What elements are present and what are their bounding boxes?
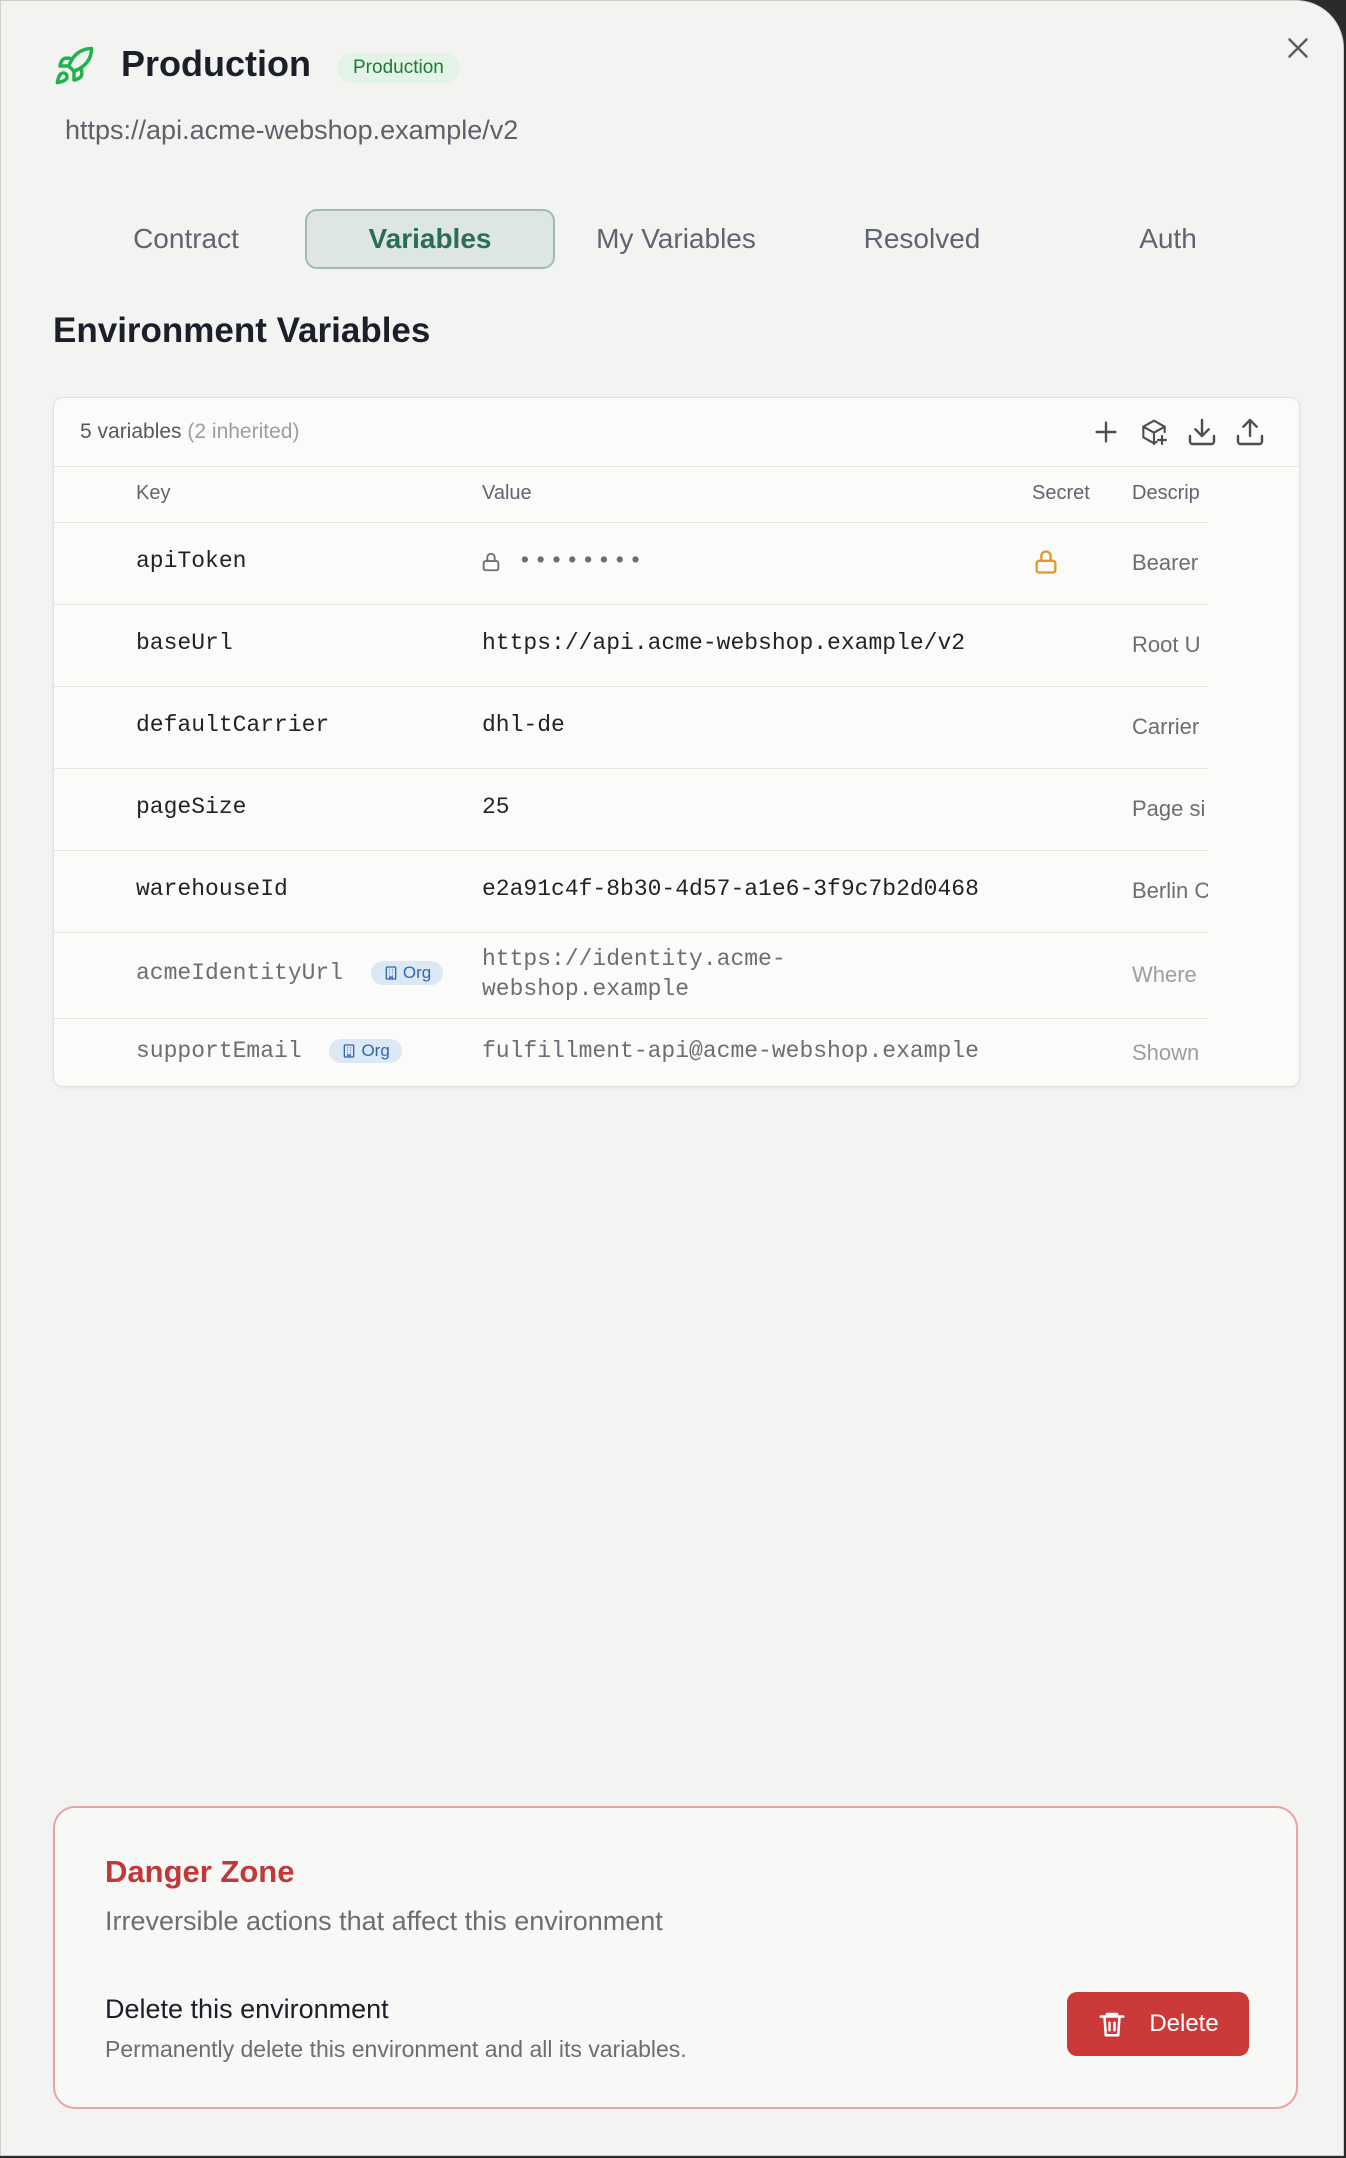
org-badge: Org: [329, 1038, 402, 1063]
variables-card: 5 variables (2 inherited) Key Value Secr…: [53, 397, 1300, 1087]
variable-value: fulfillment-api@acme-webshop.example: [482, 1038, 979, 1064]
org-badge-label: Org: [402, 962, 432, 982]
variable-key: supportEmail Org: [136, 1038, 402, 1064]
variable-key: acmeIdentityUrl Org: [136, 960, 444, 986]
variable-key-text: acmeIdentityUrl: [136, 960, 344, 986]
variable-description: Page si: [1132, 796, 1206, 821]
delete-environment-description: Permanently delete this environment and …: [105, 2036, 687, 2062]
org-badge-label: Org: [361, 1040, 390, 1060]
tab-variables[interactable]: Variables: [305, 209, 555, 269]
table-row[interactable]: apiToken •••••••• Bearer: [54, 522, 1208, 605]
tab-auth[interactable]: Auth: [1043, 209, 1293, 269]
trash-icon: [1099, 2012, 1125, 2037]
masked-value: ••••••••: [518, 548, 645, 574]
variable-description: Berlin C: [1132, 878, 1208, 903]
variable-key: apiToken: [136, 548, 247, 574]
environment-title: Production: [121, 43, 311, 84]
inherited-count-label: (2 inherited): [187, 420, 300, 443]
delete-environment-title: Delete this environment: [105, 1994, 389, 2024]
column-header-key: Key: [136, 482, 171, 504]
table-row[interactable]: baseUrl https://api.acme-webshop.example…: [54, 604, 1208, 687]
table-row[interactable]: pageSize 25 Page si: [54, 768, 1208, 851]
download-icon[interactable]: [1186, 416, 1218, 448]
variable-value: e2a91c4f-8b30-4d57-a1e6-3f9c7b2d0468: [482, 876, 979, 902]
variables-toolbar: 5 variables (2 inherited): [54, 398, 1299, 467]
variable-description: Bearer: [1132, 550, 1199, 575]
table-row[interactable]: acmeIdentityUrl Org https://identity.acm…: [54, 932, 1208, 1019]
danger-zone-subtitle: Irreversible actions that affect this en…: [105, 1906, 663, 1936]
table-row[interactable]: defaultCarrier dhl-de Carrier: [54, 686, 1208, 769]
variable-description: Carrier: [1132, 714, 1200, 739]
building-icon: [385, 966, 397, 980]
tab-resolved[interactable]: Resolved: [797, 209, 1047, 269]
tab-contract[interactable]: Contract: [61, 209, 311, 269]
org-badge: Org: [370, 960, 444, 985]
variable-key-text: supportEmail: [136, 1038, 302, 1064]
variable-value: 25: [482, 794, 510, 820]
upload-icon[interactable]: [1234, 416, 1266, 448]
variable-key: baseUrl: [136, 630, 233, 656]
building-icon: [344, 1044, 355, 1058]
column-header-description: Descrip: [1132, 482, 1200, 504]
variable-key: warehouseId: [136, 876, 288, 902]
variable-description: Where: [1132, 962, 1197, 987]
variable-value: dhl-de: [482, 712, 565, 738]
environment-url: https://api.acme-webshop.example/v2: [65, 115, 519, 145]
variable-key: defaultCarrier: [136, 712, 330, 738]
plus-icon[interactable]: [1090, 416, 1122, 448]
delete-button[interactable]: Delete: [1067, 1992, 1249, 2056]
variable-description: Shown: [1132, 1040, 1200, 1065]
variable-key: pageSize: [136, 794, 247, 820]
table-row[interactable]: warehouseId e2a91c4f-8b30-4d57-a1e6-3f9c…: [54, 850, 1208, 933]
table-row[interactable]: supportEmail Org fulfillment-api@acme-we…: [54, 1018, 1208, 1086]
variable-value: https://identity.acme-webshop.example: [482, 946, 786, 1002]
delete-button-label: Delete: [1149, 2010, 1219, 2037]
close-icon[interactable]: [1281, 31, 1315, 65]
environment-badge: Production: [337, 53, 460, 83]
lock-icon: [482, 552, 500, 572]
variable-value: https://api.acme-webshop.example/v2: [482, 630, 966, 656]
column-header-secret: Secret: [1032, 482, 1090, 504]
table-header: Key Value Secret Descrip: [54, 466, 1208, 523]
variables-count-label: 5 variables: [80, 420, 182, 443]
variables-table: Key Value Secret Descrip apiToken ••••••…: [54, 466, 1208, 1086]
environment-panel: Production Production https://api.acme-w…: [0, 0, 1344, 2156]
tab-bar: Contract Variables My Variables Resolved…: [61, 209, 1291, 269]
variable-description: Root U: [1132, 632, 1201, 657]
variables-count: 5 variables (2 inherited): [80, 420, 299, 444]
danger-zone-title: Danger Zone: [105, 1854, 295, 1889]
column-header-value: Value: [482, 482, 532, 504]
secret-lock-icon: [1035, 550, 1057, 574]
danger-zone: Danger Zone Irreversible actions that af…: [53, 1806, 1298, 2109]
rocket-icon: [55, 46, 94, 85]
section-title: Environment Variables: [53, 311, 431, 350]
tab-my-variables[interactable]: My Variables: [551, 209, 801, 269]
package-plus-icon[interactable]: [1138, 416, 1170, 448]
